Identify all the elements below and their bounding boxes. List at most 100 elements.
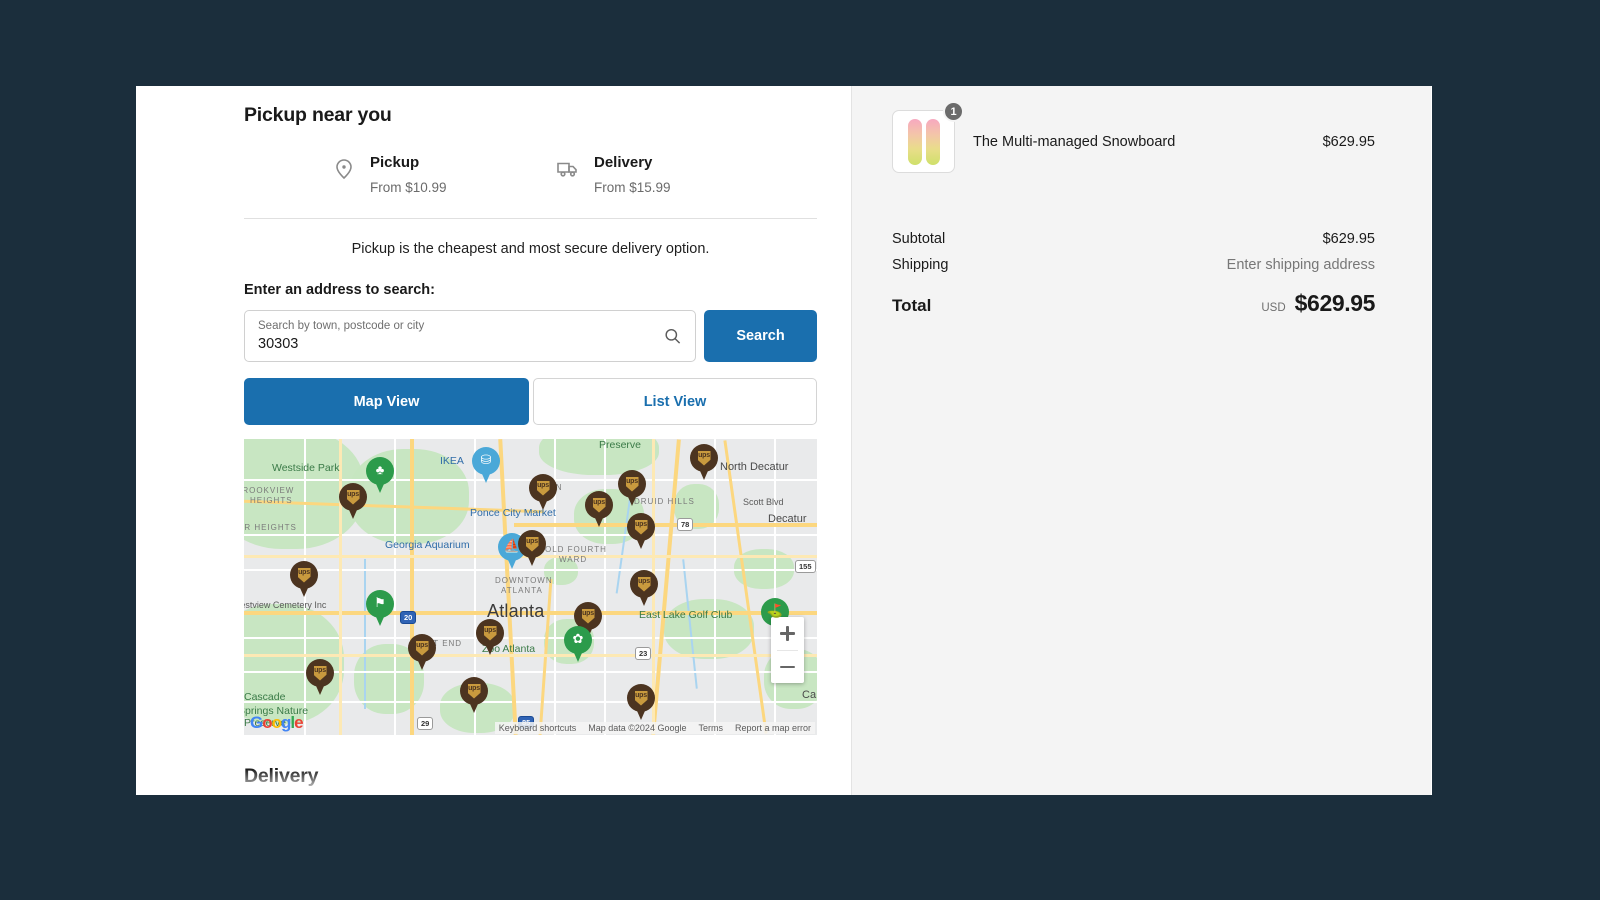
map-label: IKEA bbox=[440, 455, 464, 467]
ups-location-pin[interactable]: ups bbox=[627, 513, 655, 550]
grand-total-row: Total USD $629.95 bbox=[892, 278, 1375, 322]
order-summary-panel: 1 The Multi-managed Snowboard $629.95 Su… bbox=[852, 86, 1431, 795]
ups-logo-icon: ups bbox=[537, 482, 549, 489]
subtotal-label: Subtotal bbox=[892, 231, 946, 247]
ups-location-pin[interactable]: ups bbox=[585, 491, 613, 528]
report-map-error-link[interactable]: Report a map error bbox=[735, 723, 811, 733]
checkout-window: Pickup near you Pickup From $10.99 Deliv… bbox=[136, 86, 1432, 795]
keyboard-shortcuts-link[interactable]: Keyboard shortcuts bbox=[499, 723, 577, 733]
ups-location-pin[interactable]: ups bbox=[618, 470, 646, 507]
google-logo-letter: e bbox=[294, 713, 304, 732]
ups-logo-icon: ups bbox=[582, 610, 594, 617]
delivery-truck-icon bbox=[556, 157, 580, 181]
address-search-row: Search by town, postcode or city Search bbox=[244, 310, 817, 362]
map-poi-pin[interactable]: ✿ bbox=[564, 626, 592, 663]
map-label: Scott Blvd bbox=[743, 497, 784, 507]
ups-location-pin[interactable]: ups bbox=[627, 684, 655, 721]
snowboard-right-shape bbox=[925, 118, 940, 165]
ups-location-pin[interactable]: ups bbox=[476, 619, 504, 656]
map-view-button[interactable]: Map View bbox=[244, 378, 529, 425]
map-label: OLD FOURTH bbox=[545, 545, 607, 554]
map-road bbox=[394, 439, 396, 735]
order-totals: Subtotal $629.95 Shipping Enter shipping… bbox=[892, 226, 1375, 322]
map-label: HEIGHTS bbox=[250, 496, 293, 505]
google-logo-letter: o bbox=[271, 713, 282, 732]
shipping-row: Shipping Enter shipping address bbox=[892, 252, 1375, 278]
map-zoom-in-button[interactable] bbox=[771, 617, 804, 650]
method-tagline: Pickup is the cheapest and most secure d… bbox=[351, 241, 710, 257]
search-input[interactable] bbox=[258, 334, 655, 354]
order-line-item: 1 The Multi-managed Snowboard $629.95 bbox=[892, 101, 1375, 173]
map-road bbox=[244, 637, 817, 639]
method-label-pickup: Pickup bbox=[370, 154, 420, 171]
map-road bbox=[244, 701, 817, 703]
map-poi-pin[interactable]: ⛁ bbox=[472, 447, 500, 484]
snowboard-left-shape bbox=[907, 118, 922, 165]
poi-glyph-icon: ⚑ bbox=[374, 595, 386, 610]
map-poi-pin[interactable]: ♣ bbox=[366, 457, 394, 494]
ups-logo-icon: ups bbox=[298, 569, 310, 576]
shipping-method-panel: Pickup near you Pickup From $10.99 Deliv… bbox=[136, 86, 852, 795]
map-route-shield: 29 bbox=[417, 717, 434, 730]
method-price-delivery: From $15.99 bbox=[594, 180, 671, 195]
poi-glyph-icon: ⛁ bbox=[480, 452, 492, 467]
map-road bbox=[244, 569, 817, 571]
method-label-delivery: Delivery bbox=[594, 154, 653, 171]
search-button[interactable]: Search bbox=[704, 310, 817, 362]
shipping-label: Shipping bbox=[892, 257, 949, 273]
map-data-copyright: Map data ©2024 Google bbox=[588, 723, 687, 733]
ups-logo-icon: ups bbox=[347, 491, 359, 498]
ups-logo-icon: ups bbox=[626, 478, 638, 485]
method-tab-delivery[interactable]: Delivery From $15.99 bbox=[532, 149, 817, 218]
ups-location-pin[interactable]: ups bbox=[306, 659, 334, 696]
map-attribution: Keyboard shortcuts Map data ©2024 Google… bbox=[494, 722, 815, 734]
google-logo: Google bbox=[250, 713, 304, 733]
map-pin-icon bbox=[332, 157, 356, 181]
ups-location-pin[interactable]: ups bbox=[630, 570, 658, 607]
product-name: The Multi-managed Snowboard bbox=[973, 133, 1176, 150]
map-zoom-controls[interactable] bbox=[771, 617, 804, 683]
map-label: ATLANTA bbox=[501, 586, 543, 595]
map-road bbox=[604, 439, 606, 735]
total-amount: $629.95 bbox=[1294, 290, 1376, 316]
total-label: Total bbox=[892, 296, 932, 315]
map-label: Ca bbox=[802, 689, 817, 701]
ups-location-pin[interactable]: ups bbox=[339, 483, 367, 520]
ups-location-pin[interactable]: ups bbox=[408, 634, 436, 671]
ups-location-pin[interactable]: ups bbox=[290, 561, 318, 598]
ups-location-pin[interactable]: ups bbox=[460, 677, 488, 714]
poi-glyph-icon: ⛳ bbox=[766, 603, 784, 618]
ups-location-pin[interactable]: ups bbox=[690, 444, 718, 481]
product-thumbnail-wrapper: 1 bbox=[892, 101, 964, 173]
ups-logo-icon: ups bbox=[526, 538, 538, 545]
map-label: ER HEIGHTS bbox=[244, 523, 297, 532]
ups-logo-icon: ups bbox=[314, 667, 326, 674]
map-canvas[interactable]: Preserve Westside Park IKEA North Decatur BR… bbox=[244, 439, 817, 735]
ups-location-pin[interactable]: ups bbox=[529, 474, 557, 511]
map-route-shield: 23 bbox=[635, 647, 652, 660]
ups-logo-icon: ups bbox=[635, 521, 647, 528]
list-view-button[interactable]: List View bbox=[533, 378, 817, 425]
minus-icon bbox=[780, 665, 795, 668]
map-route-shield: 78 bbox=[677, 518, 694, 531]
method-price-pickup: From $10.99 bbox=[370, 180, 447, 195]
product-price: $629.95 bbox=[1322, 133, 1375, 150]
map-poi-pin[interactable]: ⚑ bbox=[366, 590, 394, 627]
ups-logo-icon: ups bbox=[416, 642, 428, 649]
map-road bbox=[774, 439, 776, 735]
shipping-value: Enter shipping address bbox=[1226, 257, 1375, 273]
ups-logo-icon: ups bbox=[638, 578, 650, 585]
method-tab-pickup[interactable]: Pickup From $10.99 bbox=[244, 149, 532, 218]
search-input-container[interactable]: Search by town, postcode or city bbox=[244, 310, 696, 362]
delivery-method-tabs: Pickup From $10.99 Delivery From $15.99 bbox=[244, 149, 817, 219]
pickup-locations-map[interactable]: Preserve Westside Park IKEA North Decatur BR… bbox=[244, 439, 817, 735]
terms-link[interactable]: Terms bbox=[698, 723, 723, 733]
ups-logo-icon: ups bbox=[484, 627, 496, 634]
map-zoom-out-button[interactable] bbox=[771, 651, 804, 684]
map-label: BROOKVIEW bbox=[244, 486, 295, 495]
map-label: Georgia Aquarium bbox=[385, 539, 470, 551]
search-icon bbox=[663, 327, 682, 346]
google-logo-letter: o bbox=[262, 713, 272, 732]
view-toggle-group: Map View List View bbox=[244, 378, 817, 425]
plus-icon bbox=[786, 625, 789, 641]
